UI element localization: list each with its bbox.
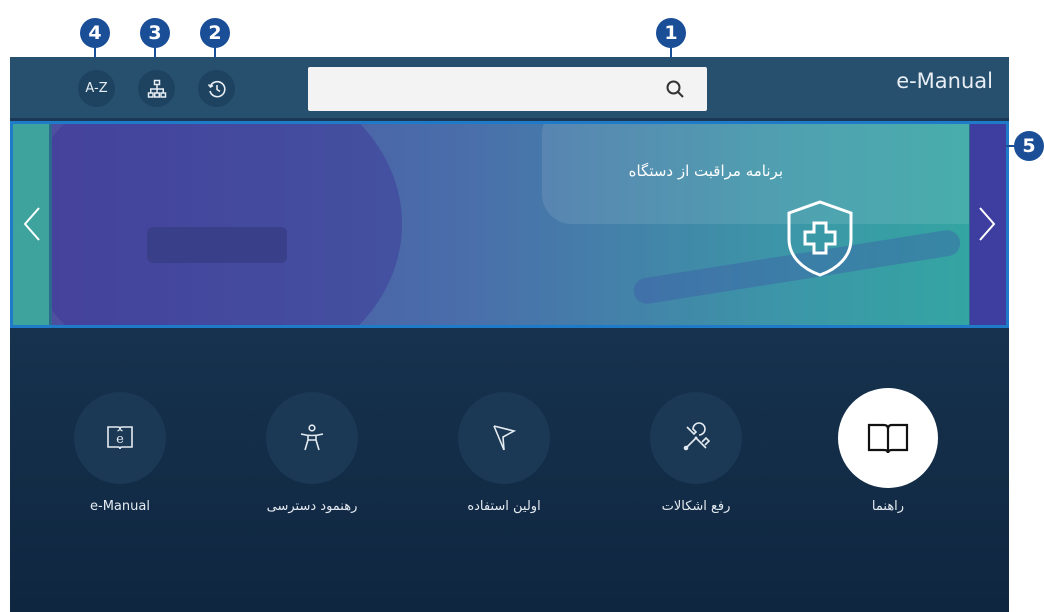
callout-1: 1: [656, 18, 686, 58]
svg-text:e: e: [116, 432, 124, 447]
tv-screen: A-Z e-Manual برنامه مراقبت از دستگاه e e…: [10, 57, 1009, 612]
menu-item-first-use[interactable]: اولین استفاده: [414, 392, 594, 514]
menu-item-circle: [650, 392, 742, 484]
top-bar: A-Z e-Manual: [10, 57, 1009, 118]
menu-item-circle: [266, 392, 358, 484]
app-title: e-Manual: [896, 69, 993, 93]
callout-2: 2: [200, 18, 230, 58]
menu-item-accessibility[interactable]: رهنمود دسترسی: [222, 392, 402, 514]
menu-item-circle: [458, 392, 550, 484]
featured-banner[interactable]: برنامه مراقبت از دستگاه: [10, 121, 1009, 328]
banner-button-placeholder: [147, 227, 287, 263]
callout-5: 5: [1006, 131, 1044, 161]
e-manual-book-icon: e: [107, 426, 133, 450]
banner-slide[interactable]: برنامه مراقبت از دستگاه: [52, 124, 969, 325]
sitemap-icon: [147, 79, 166, 98]
menu-item-label: e-Manual: [90, 499, 150, 514]
menu-item-troubleshooting[interactable]: رفع اشکالات: [606, 392, 786, 514]
menu-item-label: راهنما: [871, 499, 905, 514]
callout-4: 4: [80, 18, 110, 58]
chevron-left-icon[interactable]: [21, 206, 43, 242]
az-index-button[interactable]: A-Z: [78, 70, 115, 107]
menu-item-e-manual[interactable]: e e-Manual: [30, 392, 210, 514]
history-icon: [207, 80, 226, 97]
menu-item-label: اولین استفاده: [467, 499, 541, 514]
sitemap-button[interactable]: [138, 70, 175, 107]
open-book-icon: [867, 423, 909, 454]
menu-item-guide[interactable]: راهنما: [798, 388, 978, 514]
callout-3: 3: [140, 18, 170, 58]
tools-icon: [683, 422, 711, 451]
banner-title: برنامه مراقبت از دستگاه: [628, 162, 783, 180]
search-icon[interactable]: [665, 79, 685, 99]
search-input[interactable]: [308, 67, 707, 111]
banner-decoration: [52, 124, 402, 325]
device-care-shield-icon: [787, 200, 853, 277]
az-label: A-Z: [85, 81, 108, 96]
menu-item-label: رفع اشکالات: [661, 499, 731, 514]
menu-item-label: رهنمود دسترسی: [266, 499, 358, 514]
chevron-right-icon[interactable]: [976, 206, 998, 242]
menu-item-circle-selected: [838, 388, 938, 488]
accessibility-person-icon: [300, 424, 324, 451]
history-button[interactable]: [198, 70, 235, 107]
flag-icon: [493, 425, 517, 451]
menu-item-circle: e: [74, 392, 166, 484]
